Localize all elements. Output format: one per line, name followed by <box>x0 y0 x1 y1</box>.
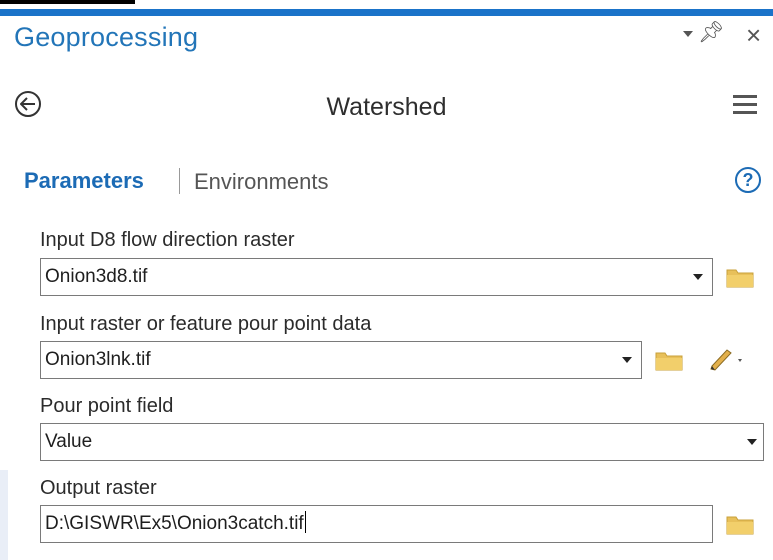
chevron-down-icon <box>622 357 632 363</box>
text-cursor <box>304 511 306 533</box>
pour-point-select[interactable]: Onion3lnk.tif <box>40 341 642 379</box>
tab-environments[interactable]: Environments <box>194 169 329 195</box>
output-value: D:\GISWR\Ex5\Onion3catch.tif <box>45 513 304 534</box>
top-marker <box>0 0 135 4</box>
pin-icon[interactable]: 📌︎ <box>698 21 725 45</box>
pencil-icon[interactable] <box>707 347 747 373</box>
d8-select[interactable]: Onion3d8.tif <box>40 258 713 296</box>
hamburger-menu-icon[interactable] <box>733 95 757 115</box>
chevron-down-icon <box>693 274 703 280</box>
tab-parameters[interactable]: Parameters <box>24 168 144 194</box>
pencil-glyph <box>710 349 742 371</box>
pour-field-value: Value <box>45 431 93 452</box>
pour-point-value: Onion3lnk.tif <box>45 349 151 370</box>
menu-dropdown-icon[interactable] <box>683 31 693 37</box>
folder-icon[interactable] <box>726 266 754 288</box>
tool-title: Watershed <box>326 93 447 121</box>
active-param-indicator <box>0 470 8 560</box>
pour-field-select[interactable]: Value <box>40 423 764 461</box>
d8-value: Onion3d8.tif <box>45 266 148 287</box>
close-icon[interactable]: × <box>746 20 761 51</box>
folder-icon[interactable] <box>726 513 754 535</box>
d8-label: Input D8 flow direction raster <box>40 229 295 251</box>
output-label: Output raster <box>40 477 157 499</box>
pour-field-label: Pour point field <box>40 395 174 417</box>
pane-accent-bar <box>0 9 773 16</box>
output-raster-input[interactable]: D:\GISWR\Ex5\Onion3catch.tif <box>40 505 713 543</box>
pour-point-label: Input raster or feature pour point data <box>40 313 372 335</box>
tab-divider <box>179 168 180 194</box>
help-icon[interactable]: ? <box>735 167 761 193</box>
folder-icon[interactable] <box>655 349 683 371</box>
pane-title: Geoprocessing <box>14 22 199 52</box>
chevron-down-icon <box>747 439 757 445</box>
